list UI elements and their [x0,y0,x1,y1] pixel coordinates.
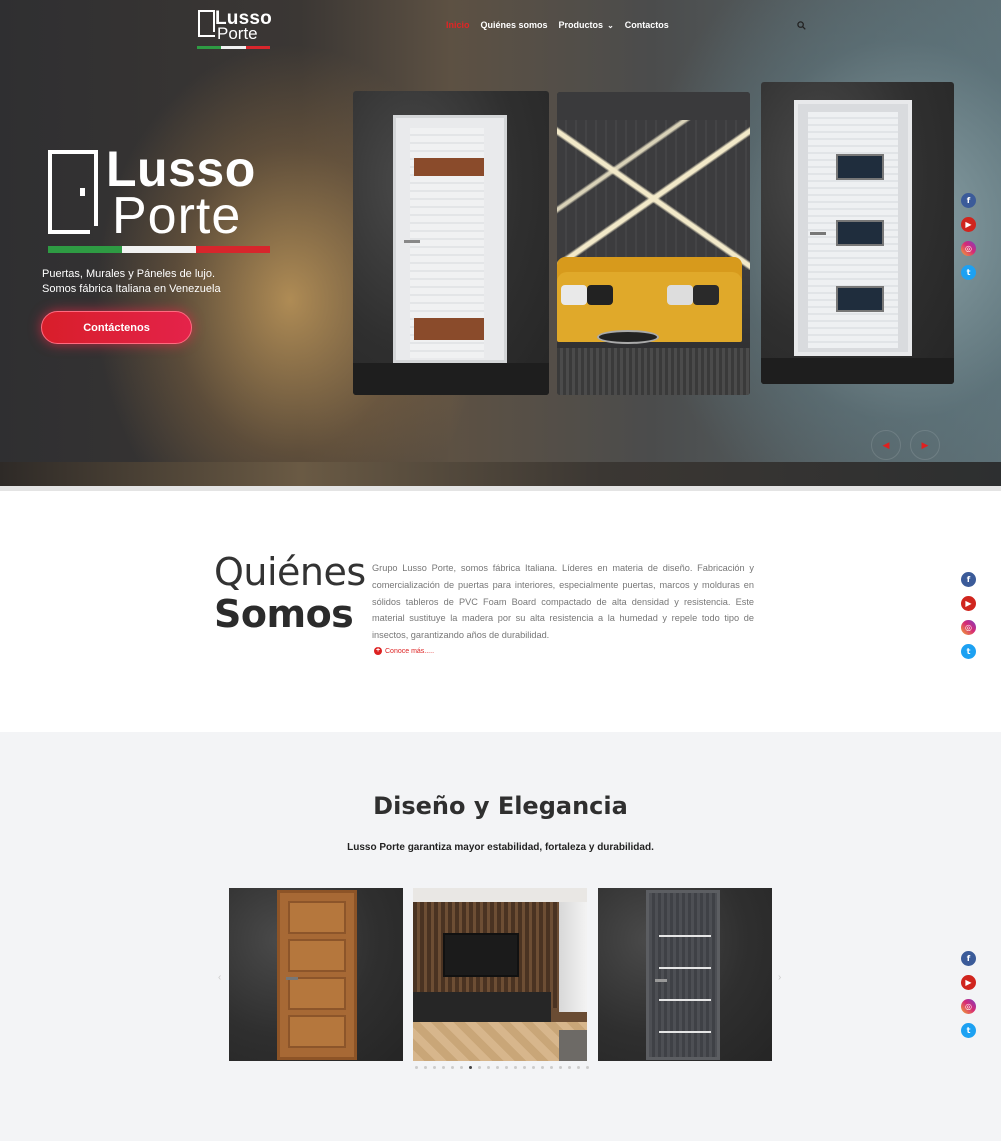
about-body: Grupo Lusso Porte, somos fábrica Italian… [372,563,754,641]
hero-logo: Lusso Porte [46,141,276,258]
hero-logo-line2: Porte [112,187,242,245]
door-image [277,890,357,1060]
carousel-dot[interactable] [550,1066,553,1069]
door-handle [404,240,420,243]
carousel-next-arrow[interactable]: › [778,972,781,983]
design-section: Diseño y Elegancia Lusso Porte garantiza… [0,732,1001,1141]
facebook-icon[interactable]: f [961,951,976,966]
carousel-dot[interactable] [433,1066,436,1069]
carousel-dot[interactable] [559,1066,562,1069]
contact-cta-button[interactable]: Contáctenos [41,311,192,344]
hero-tagline-line1: Puertas, Murales y Páneles de lujo. [42,268,216,280]
hero-slide-living-room[interactable] [557,92,750,395]
italian-flag-bar [197,46,270,49]
carousel-dot[interactable] [532,1066,535,1069]
hero-flag-bar [48,246,270,253]
hero-floor [0,462,1001,486]
youtube-icon[interactable]: ▶ [961,217,976,232]
door-image [646,890,720,1060]
instagram-icon[interactable]: ◎ [961,999,976,1014]
nav-item-quienes-somos[interactable]: Quiénes somos [481,20,548,30]
carousel-prev-arrow[interactable]: ‹ [218,972,221,983]
hero-tagline: Puertas, Murales y Páneles de lujo. Somo… [42,267,221,297]
carousel-dot[interactable] [469,1066,472,1069]
read-more-label: Conoce más..... [385,647,435,655]
nav-item-productos[interactable]: Productos ⌄ [559,20,614,30]
carousel-dot[interactable] [460,1066,463,1069]
slider-next-button[interactable]: ▶ [910,430,940,460]
social-bar: f ▶ ◎ t [961,951,976,1038]
carousel-dot[interactable] [523,1066,526,1069]
carousel-dot[interactable] [586,1066,589,1069]
carousel-dot[interactable] [442,1066,445,1069]
search-icon[interactable] [797,21,806,30]
about-title-light: Quiénes [214,550,366,594]
social-bar: f ▶ ◎ t [961,193,976,280]
main-nav: Inicio Quiénes somos Productos ⌄ Contacto… [446,20,669,30]
nav-logo-line2: Porte [217,24,258,43]
hero-tagline-line2: Somos fábrica Italiana en Venezuela [42,283,221,295]
design-subtitle: Lusso Porte garantiza mayor estabilidad,… [347,842,654,853]
youtube-icon[interactable]: ▶ [961,975,976,990]
plus-circle-icon: + [374,647,382,655]
read-more-link[interactable]: + Conoce más..... [374,647,434,655]
hero-slide-door-windows[interactable] [761,82,954,384]
carousel-dot[interactable] [451,1066,454,1069]
section-divider [0,486,1001,491]
facebook-icon[interactable]: f [961,572,976,587]
door-image [393,115,507,363]
product-card-tv-wall[interactable] [413,888,587,1061]
social-bar: f ▶ ◎ t [961,572,976,659]
hero-logo-knob [80,188,85,196]
hero-slide-door-glass[interactable] [353,91,549,395]
facebook-icon[interactable]: f [961,193,976,208]
about-title-bold: Somos [214,592,354,636]
tv-image [443,933,519,977]
product-card-dark-door[interactable] [598,888,772,1061]
product-card-wood-door[interactable] [229,888,403,1061]
instagram-icon[interactable]: ◎ [961,620,976,635]
instagram-icon[interactable]: ◎ [961,241,976,256]
twitter-icon[interactable]: t [961,1023,976,1038]
carousel-dot[interactable] [541,1066,544,1069]
carousel-dot[interactable] [577,1066,580,1069]
nav-item-inicio[interactable]: Inicio [446,20,470,30]
carousel-dot[interactable] [478,1066,481,1069]
door-image [794,100,912,356]
twitter-icon[interactable]: t [961,644,976,659]
nav-item-contactos[interactable]: Contactos [625,20,669,30]
carousel-dot[interactable] [505,1066,508,1069]
coffee-table [597,330,659,344]
hero-section: Lusso Porte Inicio Quiénes somos Product… [0,0,1001,486]
door-handle [286,977,298,980]
carousel-dot[interactable] [568,1066,571,1069]
nav-logo[interactable]: Lusso Porte [197,8,273,49]
carousel-dot[interactable] [514,1066,517,1069]
carousel-dot[interactable] [487,1066,490,1069]
door-handle [810,232,826,235]
twitter-icon[interactable]: t [961,265,976,280]
chevron-down-icon: ⌄ [607,21,614,30]
carousel-dots [415,1066,589,1069]
design-title: Diseño y Elegancia [373,792,628,820]
carousel-dot[interactable] [424,1066,427,1069]
slider-prev-button[interactable]: ◀ [871,430,901,460]
carousel-dot[interactable] [415,1066,418,1069]
carousel-dot[interactable] [496,1066,499,1069]
youtube-icon[interactable]: ▶ [961,596,976,611]
logo-door-frame-inner [205,10,215,32]
lit-wall-panels [557,120,750,270]
nav-item-productos-label: Productos [558,20,604,30]
door-handle [655,979,667,982]
